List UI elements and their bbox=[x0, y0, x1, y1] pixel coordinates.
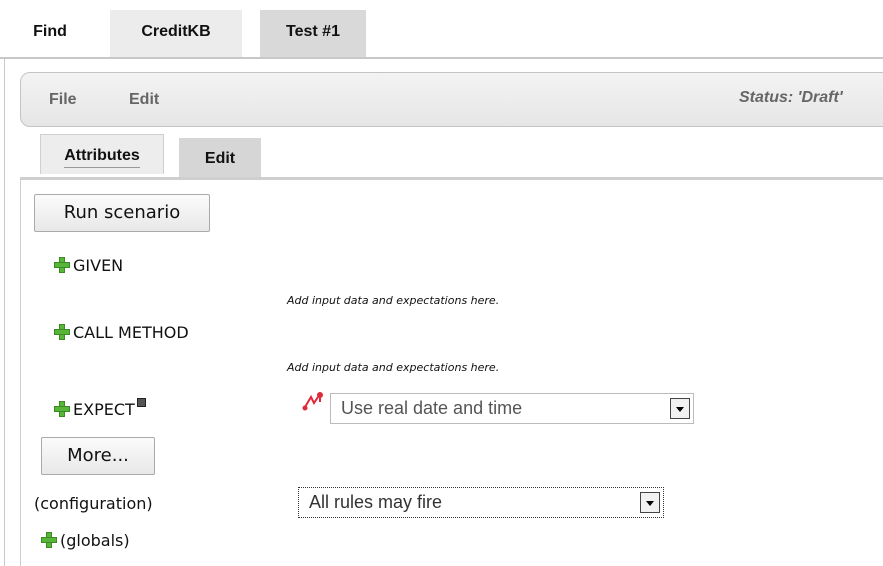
chevron-down-icon[interactable] bbox=[640, 492, 660, 513]
given-label: GIVEN bbox=[73, 256, 124, 275]
status-label: Status: 'Draft' bbox=[739, 89, 843, 106]
given-section: GIVEN bbox=[54, 256, 123, 275]
content-frame-left bbox=[20, 180, 21, 566]
date-time-select[interactable]: Use real date and time bbox=[330, 393, 694, 424]
given-hint: Add input data and expectations here. bbox=[287, 294, 500, 307]
menu-edit[interactable]: Edit bbox=[129, 91, 159, 109]
menu-file[interactable]: File bbox=[49, 91, 77, 109]
top-tab-bar: Find CreditKB Test #1 bbox=[0, 0, 883, 57]
date-time-icon[interactable] bbox=[302, 391, 324, 413]
globals-section: (globals) bbox=[41, 531, 130, 550]
tab-attributes-label: Attributes bbox=[64, 147, 140, 168]
globals-label: (globals) bbox=[60, 531, 130, 550]
tab-test-1[interactable]: Test #1 bbox=[260, 10, 366, 57]
tab-find[interactable]: Find bbox=[26, 10, 74, 57]
collapse-expect-icon[interactable] bbox=[136, 398, 146, 407]
rules-select[interactable]: All rules may fire bbox=[298, 487, 664, 518]
add-given-icon[interactable] bbox=[54, 257, 70, 273]
page-frame-left bbox=[4, 59, 5, 566]
tab-edit[interactable]: Edit bbox=[179, 138, 261, 178]
add-call-method-icon[interactable] bbox=[54, 324, 70, 340]
menu-bar: File Edit Status: 'Draft' bbox=[20, 72, 883, 127]
more-button[interactable]: More... bbox=[41, 437, 155, 475]
call-method-hint: Add input data and expectations here. bbox=[287, 361, 500, 374]
run-scenario-button[interactable]: Run scenario bbox=[34, 194, 210, 232]
tab-creditkb[interactable]: CreditKB bbox=[110, 10, 242, 57]
call-method-section: CALL METHOD bbox=[54, 323, 189, 342]
call-method-label: CALL METHOD bbox=[73, 323, 189, 342]
date-time-select-value: Use real date and time bbox=[341, 398, 523, 418]
expect-section: EXPECT bbox=[54, 398, 146, 419]
rules-select-value: All rules may fire bbox=[309, 492, 443, 512]
add-expect-icon[interactable] bbox=[54, 401, 70, 417]
chevron-down-icon[interactable] bbox=[670, 398, 690, 419]
add-globals-icon[interactable] bbox=[41, 532, 57, 548]
expect-label: EXPECT bbox=[73, 400, 135, 419]
sub-tab-divider bbox=[20, 177, 883, 180]
tab-divider bbox=[0, 57, 883, 59]
tab-attributes[interactable]: Attributes bbox=[40, 134, 164, 174]
configuration-label: (configuration) bbox=[34, 494, 153, 513]
sub-tab-bar: Attributes Edit bbox=[20, 134, 883, 178]
